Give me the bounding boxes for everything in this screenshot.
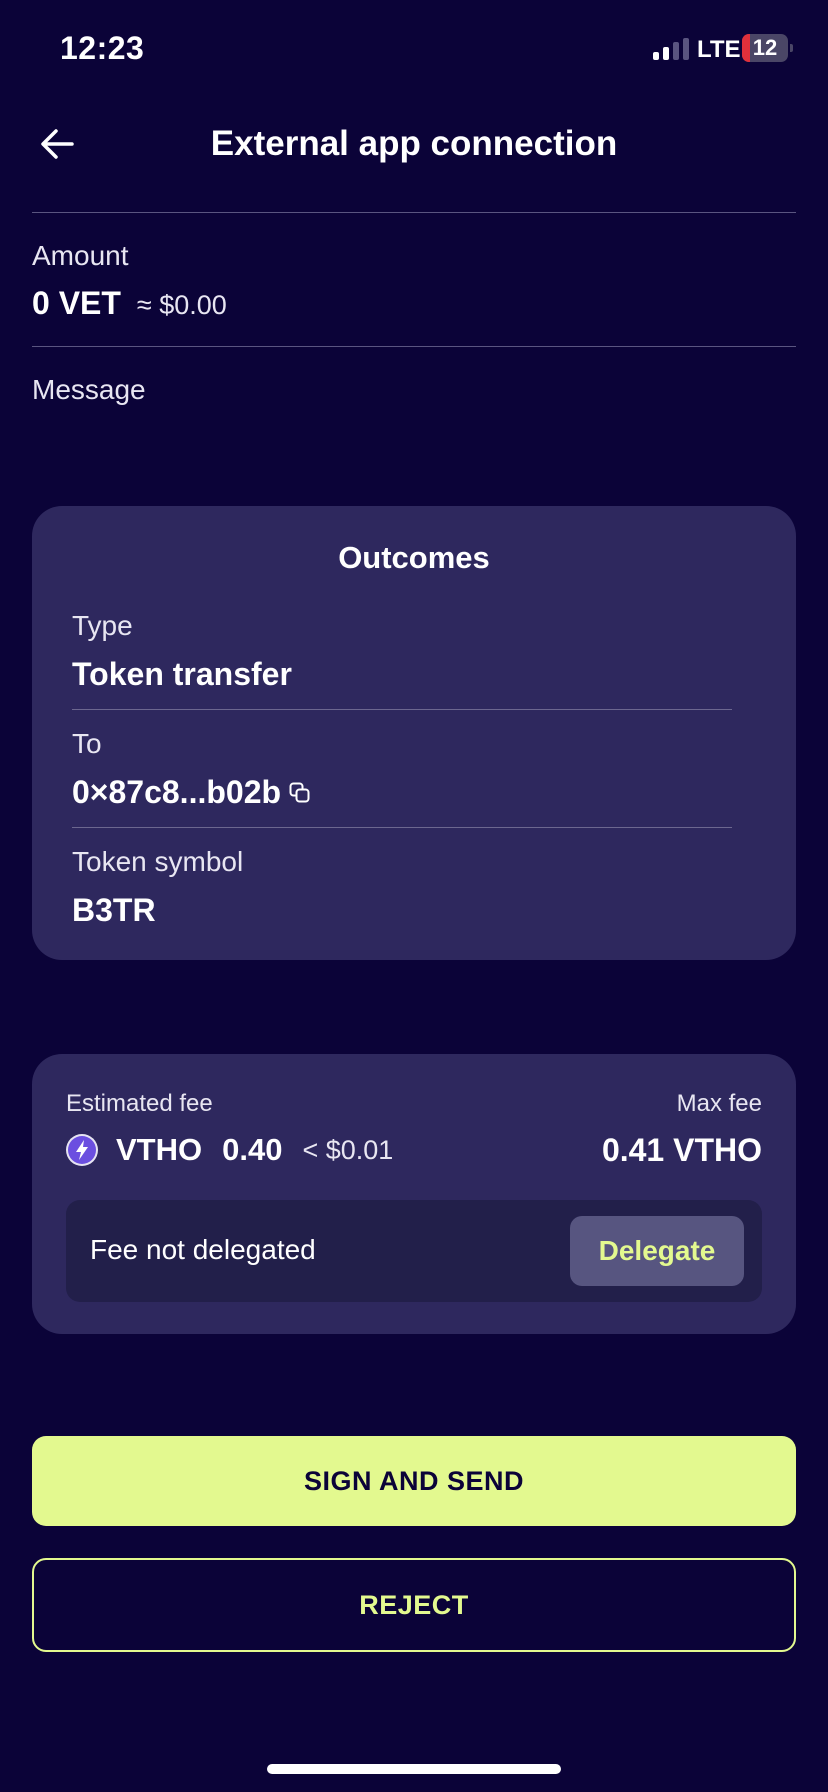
battery-tip — [790, 44, 793, 52]
page-title: External app connection — [210, 124, 618, 163]
estimated-fee-label: Estimated fee — [66, 1090, 213, 1117]
signal-strength-icon — [653, 38, 689, 60]
amount-label: Amount — [32, 240, 129, 271]
token-symbol-label: Token symbol — [72, 846, 244, 877]
to-label: To — [72, 728, 102, 759]
amount-row: 0 VET ≈ $0.00 — [32, 285, 227, 322]
fee-amount: 0.40 — [222, 1132, 283, 1167]
copy-icon[interactable] — [289, 782, 311, 804]
amount-value: 0 VET — [32, 285, 121, 321]
fee-token: VTHO — [116, 1132, 203, 1167]
token-symbol-value: B3TR — [72, 892, 156, 928]
battery-level: 12 — [752, 35, 778, 60]
max-fee-label: Max fee — [676, 1090, 762, 1117]
divider — [32, 346, 796, 347]
type-label: Type — [72, 610, 133, 641]
home-indicator[interactable] — [267, 1764, 561, 1774]
type-value: Token transfer — [72, 656, 292, 692]
message-label: Message — [32, 374, 146, 405]
network-type: LTE — [697, 36, 741, 63]
delegation-status: Fee not delegated — [90, 1234, 316, 1265]
estimated-fee-row: VTHO 0.40 < $0.01 — [66, 1130, 393, 1170]
delegation-box: Fee not delegated Delegate — [66, 1200, 762, 1302]
outcomes-card: Outcomes Type Token transfer To 0×87c8..… — [32, 506, 796, 960]
to-address: 0×87c8...b02b — [72, 774, 282, 810]
sign-and-send-button[interactable]: SIGN AND SEND — [32, 1436, 796, 1526]
divider — [72, 709, 732, 710]
delegate-button[interactable]: Delegate — [570, 1216, 744, 1286]
divider — [72, 827, 732, 828]
reject-button[interactable]: REJECT — [32, 1558, 796, 1652]
amount-usd: ≈ $0.00 — [136, 290, 227, 320]
max-fee-value: 0.41 VTHO — [601, 1132, 762, 1168]
to-address-row: 0×87c8...b02b — [72, 774, 311, 811]
vtho-token-icon — [66, 1134, 98, 1166]
battery-icon: 12 — [742, 34, 788, 62]
status-time: 12:23 — [60, 30, 145, 66]
divider — [32, 212, 796, 213]
fee-usd: < $0.01 — [302, 1134, 394, 1165]
outcomes-title: Outcomes — [338, 540, 490, 575]
fee-card: Estimated fee Max fee VTHO 0.40 < $0.01 … — [32, 1054, 796, 1334]
